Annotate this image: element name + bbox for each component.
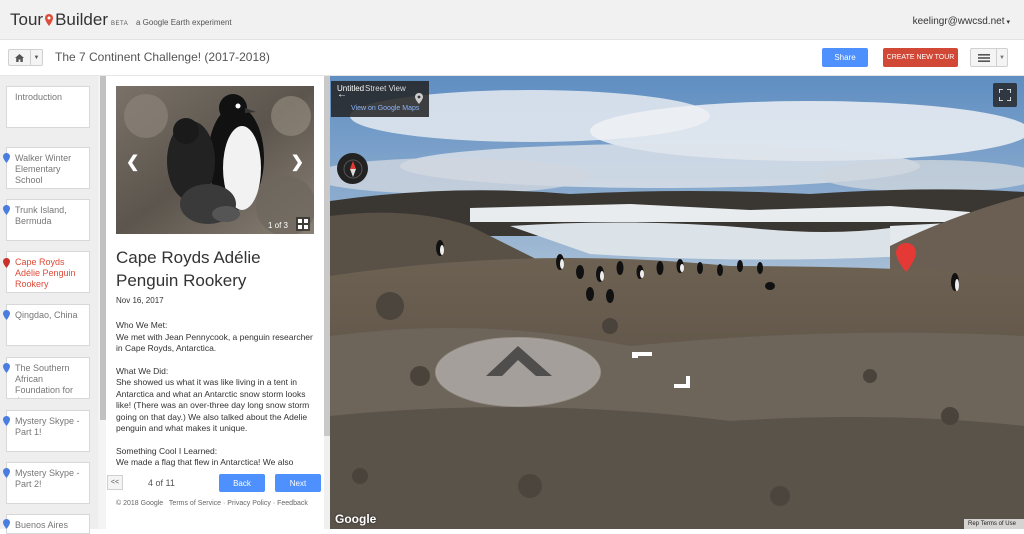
street-view-info-card[interactable]: ← Untitled Street View View on Google Ma… xyxy=(331,81,429,117)
view-on-google-maps-link[interactable]: View on Google Maps xyxy=(351,105,419,112)
stop-date: Nov 16, 2017 xyxy=(116,296,164,305)
first-stop-button[interactable]: << xyxy=(107,475,123,490)
street-view-terms[interactable]: Rep Terms of Use xyxy=(964,519,1024,529)
map-pin-icon xyxy=(3,363,10,373)
map-pin-icon xyxy=(45,14,54,26)
stop-buenos-aires[interactable]: Buenos Aires xyxy=(6,514,90,534)
stop-southern-african-foundation[interactable]: The Southern African Foundation for the xyxy=(6,357,90,399)
antarctic-landscape xyxy=(330,76,1024,529)
stop-qingdao[interactable]: Qingdao, China xyxy=(6,304,90,346)
google-logo: Google xyxy=(335,512,377,526)
user-email: keelingr@wwcsd.net xyxy=(912,16,1005,27)
photo-count: 1 of 3 xyxy=(267,221,288,230)
stop-description: Who We Met: We met with Jean Pennycook, a… xyxy=(116,320,316,468)
feedback-link[interactable]: Feedback xyxy=(277,500,308,507)
who-text: We met with Jean Pennycook, a penguin re… xyxy=(116,331,313,354)
copyright: © 2018 Google xyxy=(116,500,164,507)
back-button[interactable]: Back xyxy=(219,474,265,492)
separator: · xyxy=(223,500,226,507)
chevron-down-icon: ▼ xyxy=(999,54,1005,61)
untitled-label: Untitled xyxy=(337,84,365,93)
compass-button[interactable] xyxy=(337,153,368,184)
stop-label: Qingdao, China xyxy=(15,310,78,320)
penguin-photo xyxy=(116,86,314,234)
map-pin-icon xyxy=(3,205,10,215)
stop-label: Walker Winter Elementary School xyxy=(15,153,72,185)
hamburger-menu-icon xyxy=(977,53,990,62)
map-pin-icon xyxy=(3,153,10,163)
footer: © 2018 Google Terms of Service · Privacy… xyxy=(116,500,308,507)
cool-heading: Something Cool I Learned: xyxy=(116,445,218,456)
what-text: She showed us what it was like living in… xyxy=(116,377,310,433)
next-button[interactable]: Next xyxy=(275,474,321,492)
stop-label: Cape Royds Adélie Penguin Rookery xyxy=(15,257,76,289)
stop-label: Mystery Skype - Part 2! xyxy=(15,468,80,489)
stop-label: Trunk Island, Bermuda xyxy=(15,205,67,226)
report-link[interactable]: Rep xyxy=(968,521,979,527)
map-pin-icon xyxy=(3,310,10,320)
privacy-link[interactable]: Privacy Policy xyxy=(227,500,271,507)
terms-link[interactable]: Terms of Service xyxy=(169,500,221,507)
experiment-tagline: a Google Earth experiment xyxy=(136,18,232,27)
share-button[interactable]: Share xyxy=(822,48,868,67)
map-pin-icon xyxy=(3,519,10,529)
user-account-menu[interactable]: keelingr@wwcsd.net ▾ xyxy=(913,16,1010,27)
menu-button[interactable]: ▼ xyxy=(970,48,1008,67)
stop-cape-royds[interactable]: Cape Royds Adélie Penguin Rookery xyxy=(6,251,90,293)
tour-builder-logo[interactable]: Tour Builder BETA xyxy=(10,10,128,30)
map-pin-icon xyxy=(3,258,10,268)
stop-walker-winter[interactable]: Walker Winter Elementary School xyxy=(6,147,90,189)
next-photo-icon[interactable]: ❯ xyxy=(291,152,304,172)
cool-text: We made a flag that flew in Antarctica! … xyxy=(116,457,294,467)
street-view-label: Street View xyxy=(365,84,406,93)
stop-photo-carousel[interactable]: ❮ ❯ 1 of 3 xyxy=(116,86,314,234)
map-pin-icon[interactable] xyxy=(415,93,423,104)
separator: · xyxy=(272,500,276,507)
logo-text-tour: Tour xyxy=(10,10,44,29)
beta-badge: BETA xyxy=(111,21,129,27)
photo-grid-icon[interactable] xyxy=(296,217,310,231)
tour-title: The 7 Continent Challenge! (2017-2018) xyxy=(55,50,270,64)
map-pin-icon xyxy=(3,468,10,478)
stop-title: Cape Royds Adélie Penguin Rookery xyxy=(116,248,261,290)
stop-label: The Southern African Foundation for the xyxy=(15,363,74,398)
terms-of-use-link[interactable]: Terms of Use xyxy=(981,521,1016,527)
street-view-panorama[interactable] xyxy=(330,76,1024,529)
stop-introduction[interactable]: Introduction xyxy=(6,86,90,128)
create-new-tour-button[interactable]: CREATE NEW TOUR xyxy=(883,48,958,67)
who-heading: Who We Met: xyxy=(116,320,168,330)
stop-mystery-skype-1[interactable]: Mystery Skype - Part 1! xyxy=(6,410,90,452)
stop-mystery-skype-2[interactable]: Mystery Skype - Part 2! xyxy=(6,462,90,504)
stop-label: Mystery Skype - Part 1! xyxy=(15,416,80,437)
previous-photo-icon[interactable]: ❮ xyxy=(126,152,139,172)
caret-down-icon: ▾ xyxy=(1006,19,1010,26)
map-pin-icon xyxy=(3,416,10,426)
what-heading: What We Did: xyxy=(116,365,169,376)
fullscreen-button[interactable] xyxy=(993,83,1017,107)
home-icon xyxy=(15,53,24,62)
compass-icon xyxy=(343,159,362,178)
stop-trunk-island[interactable]: Trunk Island, Bermuda xyxy=(6,199,90,241)
chevron-down-icon: ▼ xyxy=(33,54,40,61)
fullscreen-icon xyxy=(999,89,1011,101)
stop-label: Introduction xyxy=(15,92,63,102)
logo-text-builder: Builder xyxy=(55,10,108,29)
home-button[interactable]: ▼ xyxy=(8,49,43,66)
page-indicator: 4 of 11 xyxy=(148,478,175,488)
